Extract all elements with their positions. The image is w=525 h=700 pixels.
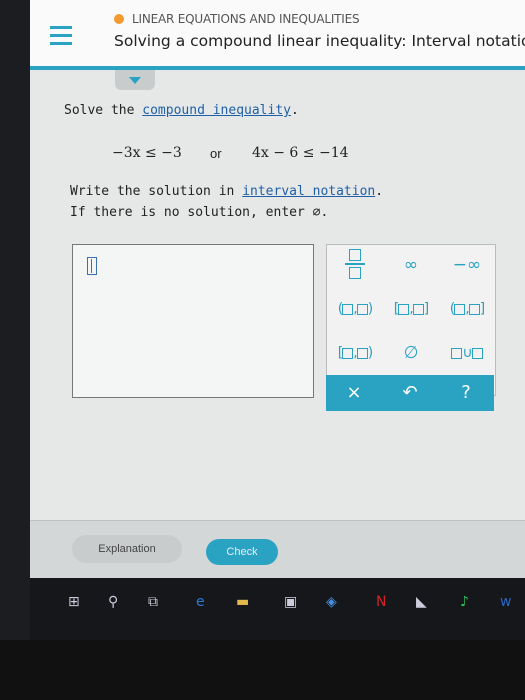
interval-notation-link[interactable]: interval notation [242,184,375,199]
check-button[interactable]: Check [206,539,278,565]
header: LINEAR EQUATIONS AND INEQUALITIES Solvin… [30,0,525,66]
compound-inequality-link[interactable]: compound inequality [142,103,291,118]
netflix-icon[interactable]: N [376,594,386,610]
question-prompt: Solve the compound inequality. [64,103,299,118]
chevron-down-icon [129,77,141,84]
monitor-bezel [0,640,525,700]
store-icon[interactable]: ▣ [284,594,297,610]
app-icon[interactable]: ◣ [416,594,427,610]
app-screen: LINEAR EQUATIONS AND INEQUALITIES Solvin… [30,0,525,640]
menu-icon[interactable] [50,26,72,46]
empty-set-key[interactable]: ∅ [383,337,439,369]
clear-button[interactable]: × [326,375,382,411]
problem-area: Solve the compound inequality. −3x ≤ −3 … [30,70,525,520]
task-view-icon[interactable]: ⧉ [148,594,158,610]
infinity-key[interactable]: ∞ [383,249,439,281]
media-icon[interactable]: ♪ [460,594,469,610]
open-closed-interval-key[interactable]: (,] [439,293,495,325]
inequality-left: −3x ≤ −3 [112,145,182,161]
fraction-key[interactable] [327,245,383,285]
math-keypad: ∞ −∞ (,) [,] (,] [,) ∅ ∪ [326,244,496,396]
edge-icon[interactable]: e [196,594,205,610]
closed-closed-interval-key[interactable]: [,] [383,293,439,325]
fraction-icon [345,249,365,279]
explanation-button[interactable]: Explanation [72,535,182,563]
instruction-line-2: If there is no solution, enter ∅. [70,205,329,220]
open-open-interval-key[interactable]: (,) [327,293,383,325]
collapse-toggle[interactable] [115,70,155,90]
word-icon[interactable]: w [500,594,511,610]
closed-open-interval-key[interactable]: [,) [327,337,383,369]
page-title: Solving a compound linear inequality: In… [114,32,525,50]
keypad-actions: × ↶ ? [326,375,494,411]
undo-button[interactable]: ↶ [382,375,438,411]
file-explorer-icon[interactable]: ▬ [236,594,249,610]
taskbar: ⊞ ⚲ ⧉ e ▬ ▣ ◈ N ◣ ♪ w [30,578,525,640]
search-icon[interactable]: ⚲ [108,594,118,610]
topic-label: LINEAR EQUATIONS AND INEQUALITIES [114,12,360,26]
dropbox-icon[interactable]: ◈ [326,594,337,610]
topic-status-dot [114,14,124,24]
neg-infinity-key[interactable]: −∞ [439,249,495,281]
or-label: or [210,146,222,161]
instruction-line-1: Write the solution in interval notation. [70,184,384,199]
text-cursor [87,257,97,275]
answer-input[interactable] [72,244,314,398]
help-button[interactable]: ? [438,375,494,411]
union-key[interactable]: ∪ [439,337,495,369]
windows-icon[interactable]: ⊞ [68,594,80,610]
inequality-right: 4x − 6 ≤ −14 [252,145,349,161]
